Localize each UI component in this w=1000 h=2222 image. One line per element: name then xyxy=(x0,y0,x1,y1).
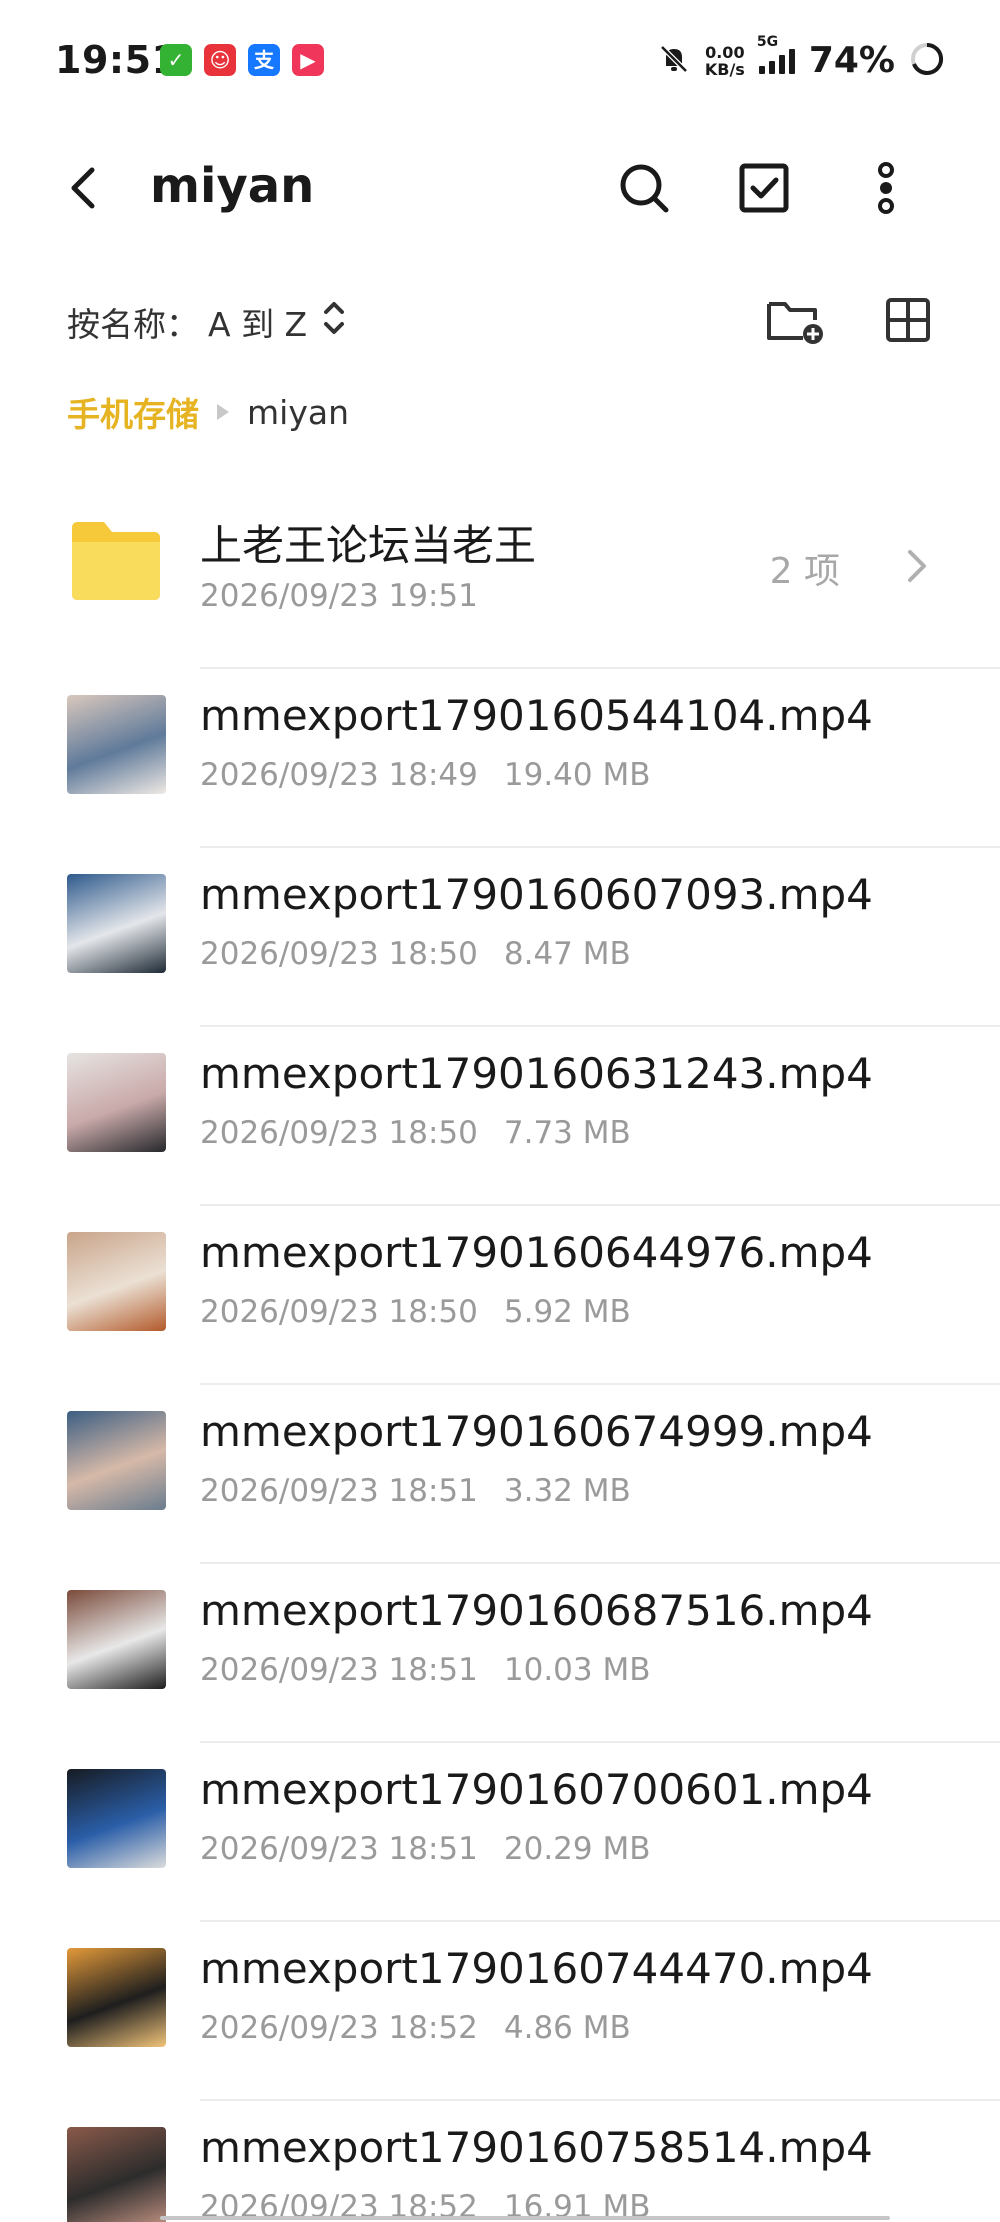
fun-app-icon: ☺ xyxy=(204,44,236,76)
file-row[interactable]: mmexport1790160631243.mp4 2026/09/23 18:5… xyxy=(0,1027,1000,1206)
horizontal-scroll-indicator xyxy=(160,2214,890,2222)
sort-updown-icon xyxy=(324,302,344,334)
breadcrumb-root[interactable]: 手机存储 xyxy=(67,388,199,436)
sort-row: 按名称： A 到 Z xyxy=(0,280,1000,360)
file-size: 19.40 MB xyxy=(503,757,651,793)
video-thumbnail xyxy=(67,1948,166,2047)
video-thumbnail xyxy=(67,1053,166,1152)
file-meta: 2026/09/23 18:52 4.86 MB xyxy=(200,2010,631,2046)
file-date: 2026/09/23 18:52 xyxy=(200,2010,478,2046)
sort-label: 按名称： xyxy=(67,305,199,344)
file-name: mmexport1790160544104.mp4 xyxy=(200,691,873,740)
file-name: mmexport1790160758514.mp4 xyxy=(200,2123,873,2172)
folder-add-icon xyxy=(767,302,823,344)
file-list: 上老王论坛当老王 2026/09/23 19:51 2 项 mmexport17… xyxy=(0,490,1000,2222)
file-meta: 2026/09/23 18:51 10.03 MB xyxy=(200,1652,651,1688)
new-folder-button[interactable] xyxy=(763,292,827,348)
file-size: 20.29 MB xyxy=(503,1831,651,1867)
alipay-icon: 支 xyxy=(248,44,280,76)
file-size: 5.92 MB xyxy=(503,1294,631,1330)
back-arrow-icon xyxy=(71,167,95,209)
chevron-right-icon xyxy=(908,550,926,582)
file-row[interactable]: mmexport1790160700601.mp4 2026/09/23 18:5… xyxy=(0,1743,1000,1922)
file-name: mmexport1790160631243.mp4 xyxy=(200,1049,873,1098)
video-thumbnail xyxy=(67,1590,166,1689)
breadcrumb-separator-icon xyxy=(217,404,229,420)
file-row[interactable]: mmexport1790160674999.mp4 2026/09/23 18:5… xyxy=(0,1385,1000,1564)
video-thumbnail xyxy=(67,874,166,973)
file-row[interactable]: mmexport1790160687516.mp4 2026/09/23 18:5… xyxy=(0,1564,1000,1743)
file-date: 2026/09/23 18:51 xyxy=(200,1473,478,1509)
video-thumbnail xyxy=(67,1411,166,1510)
video-app-icon: ▶ xyxy=(292,44,324,76)
folder-item-count: 2 项 xyxy=(769,551,840,592)
back-button[interactable] xyxy=(56,158,116,218)
grid-view-button[interactable] xyxy=(880,292,936,348)
file-date: 2026/09/23 18:51 xyxy=(200,1652,478,1688)
notification-app-icons: ✓ ☺ 支 ▶ xyxy=(160,44,324,76)
file-meta: 2026/09/23 18:51 20.29 MB xyxy=(200,1831,651,1867)
folder-row[interactable]: 上老王论坛当老王 2026/09/23 19:51 2 项 xyxy=(0,490,1000,669)
video-thumbnail xyxy=(67,695,166,794)
multi-select-button[interactable] xyxy=(732,156,796,220)
breadcrumb-current: miyan xyxy=(247,392,349,432)
battery-level: 74% xyxy=(808,40,895,81)
file-row[interactable]: mmexport1790160607093.mp4 2026/09/23 18:5… xyxy=(0,848,1000,1027)
file-meta: 2026/09/23 18:50 8.47 MB xyxy=(200,936,631,972)
file-size: 8.47 MB xyxy=(503,936,631,972)
file-size: 10.03 MB xyxy=(503,1652,651,1688)
file-size: 3.32 MB xyxy=(503,1473,631,1509)
file-meta: 2026/09/23 18:50 7.73 MB xyxy=(200,1115,631,1151)
network-type: 5G xyxy=(756,33,779,50)
file-name: mmexport1790160607093.mp4 xyxy=(200,870,873,919)
status-indicators: 0.00 KB/s 5G 74% xyxy=(657,34,945,81)
search-icon xyxy=(620,164,669,213)
page-title: miyan xyxy=(150,158,315,214)
file-date: 2026/09/23 18:51 xyxy=(200,1831,478,1867)
file-row[interactable]: mmexport1790160544104.mp4 2026/09/23 18:4… xyxy=(0,669,1000,848)
file-row[interactable]: mmexport1790160758514.mp4 2026/09/23 18:5… xyxy=(0,2101,1000,2222)
file-name: mmexport1790160644976.mp4 xyxy=(200,1228,873,1277)
folder-date: 2026/09/23 19:51 xyxy=(200,578,478,614)
video-thumbnail xyxy=(67,2127,166,2222)
file-name: mmexport1790160687516.mp4 xyxy=(200,1586,873,1635)
file-meta: 2026/09/23 18:50 5.92 MB xyxy=(200,1294,631,1330)
file-size: 4.86 MB xyxy=(503,2010,631,2046)
battery-ring-icon xyxy=(909,41,945,81)
breadcrumb: 手机存储 miyan xyxy=(67,388,349,436)
folder-icon xyxy=(72,522,160,600)
wechat-check-icon: ✓ xyxy=(160,44,192,76)
app-header: miyan xyxy=(0,130,1000,250)
net-speed: 0.00 KB/s xyxy=(704,42,745,79)
file-meta: 2026/09/23 18:51 3.32 MB xyxy=(200,1473,631,1509)
folder-name: 上老王论坛当老王 xyxy=(200,521,537,570)
video-thumbnail xyxy=(67,1232,166,1331)
file-name: mmexport1790160700601.mp4 xyxy=(200,1765,873,1814)
search-button[interactable] xyxy=(612,156,676,220)
grid-view-icon xyxy=(886,298,930,342)
sort-value: A 到 Z xyxy=(208,305,308,344)
file-row[interactable]: mmexport1790160644976.mp4 2026/09/23 18:5… xyxy=(0,1206,1000,1385)
file-row[interactable]: mmexport1790160744470.mp4 2026/09/23 18:5… xyxy=(0,1922,1000,2101)
file-date: 2026/09/23 18:49 xyxy=(200,757,478,793)
file-date: 2026/09/23 18:50 xyxy=(200,1115,478,1151)
mute-bell-icon xyxy=(657,42,691,80)
status-bar: 19:51 ✓ ☺ 支 ▶ 0.00 KB/s 5G 74% xyxy=(0,0,1000,120)
file-meta: 2026/09/23 18:49 19.40 MB xyxy=(200,757,651,793)
file-name: mmexport1790160674999.mp4 xyxy=(200,1407,873,1456)
more-options-button[interactable] xyxy=(854,156,918,220)
file-name: mmexport1790160744470.mp4 xyxy=(200,1944,873,1993)
file-size: 7.73 MB xyxy=(503,1115,631,1151)
video-thumbnail xyxy=(67,1769,166,1868)
checkbox-icon xyxy=(739,163,789,213)
file-date: 2026/09/23 18:50 xyxy=(200,936,478,972)
file-date: 2026/09/23 18:50 xyxy=(200,1294,478,1330)
signal-icon: 5G xyxy=(757,34,795,74)
more-vertical-icon xyxy=(878,162,894,214)
